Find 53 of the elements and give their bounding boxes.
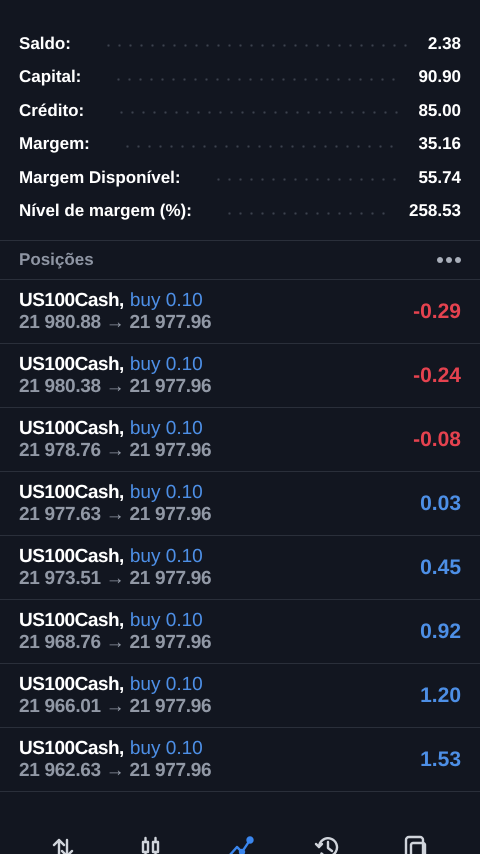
summary-value: 35.16 [418,134,461,154]
position-row[interactable]: US100Cash, buy 0.10 21 968.76 → 21 977.96 0.92 [0,600,480,664]
order-text: buy 0.10 [130,290,203,312]
summary-label: Crédito: [19,100,84,121]
profit-value: -0.29 [413,300,461,324]
order-text: buy 0.10 [130,418,203,440]
order-text: buy 0.10 [130,482,203,504]
summary-label: Capital: [19,67,82,88]
position-row[interactable]: US100Cash, buy 0.10 21 966.01 → 21 977.96 1.20 [0,664,480,728]
summary-label: Nível de margem (%): [19,201,192,222]
price-text: 21 966.01 → 21 977.96 [19,696,212,718]
price-text: 21 973.51 → 21 977.96 [19,568,212,590]
position-row[interactable]: US100Cash, buy 0.10 21 980.88 → 21 977.96 -0.29 [0,280,480,344]
profit-value: 1.53 [420,748,461,772]
symbol-text: US100Cash, [19,418,124,440]
symbol-text: US100Cash, [19,290,124,312]
order-text: buy 0.10 [130,674,203,696]
position-row[interactable]: US100Cash, buy 0.10 21 962.63 → 21 977.96 1.53 [0,728,480,792]
price-text: 21 978.76 → 21 977.96 [19,440,212,462]
price-text: 21 968.76 → 21 977.96 [19,632,212,654]
position-row[interactable]: US100Cash, buy 0.10 21 973.51 → 21 977.96 0.45 [0,536,480,600]
symbol-text: US100Cash, [19,674,124,696]
price-text: 21 980.88 → 21 977.96 [19,312,212,334]
summary-value: 85.00 [418,100,461,121]
symbol-text: US100Cash, [19,354,124,376]
profit-value: 0.45 [420,556,461,580]
profit-value: -0.24 [413,364,461,388]
profit-value: 1.20 [420,684,461,708]
symbol-text: US100Cash, [19,482,124,504]
summary-value: 55.74 [418,168,461,188]
position-row[interactable]: US100Cash, buy 0.10 21 978.76 → 21 977.96 -0.08 [0,408,480,472]
position-row[interactable]: US100Cash, buy 0.10 21 980.38 → 21 977.96 -0.24 [0,344,480,408]
profit-value: 0.03 [420,492,461,516]
summary-label: Margem: [19,134,90,154]
summary-value: 258.53 [409,201,461,222]
symbol-text: US100Cash, [19,546,124,568]
order-text: buy 0.10 [130,354,203,376]
order-text: buy 0.10 [130,738,203,760]
summary-value: 90.90 [418,67,461,88]
price-text: 21 962.63 → 21 977.96 [19,760,212,782]
position-row[interactable]: US100Cash, buy 0.10 21 977.63 → 21 977.96 0.03 [0,472,480,536]
profit-value: 0.92 [420,620,461,644]
symbol-text: US100Cash, [19,610,124,632]
price-text: 21 980.38 → 21 977.96 [19,376,212,398]
summary-value: 2.38 [428,34,461,54]
order-text: buy 0.10 [130,610,203,632]
order-text: buy 0.10 [130,546,203,568]
price-text: 21 977.63 → 21 977.96 [19,504,212,526]
section-title: Posições [19,250,94,270]
symbol-text: US100Cash, [19,738,124,760]
profit-value: -0.08 [413,428,461,452]
summary-label: Saldo: [19,34,71,54]
summary-label: Margem Disponível: [19,168,181,188]
